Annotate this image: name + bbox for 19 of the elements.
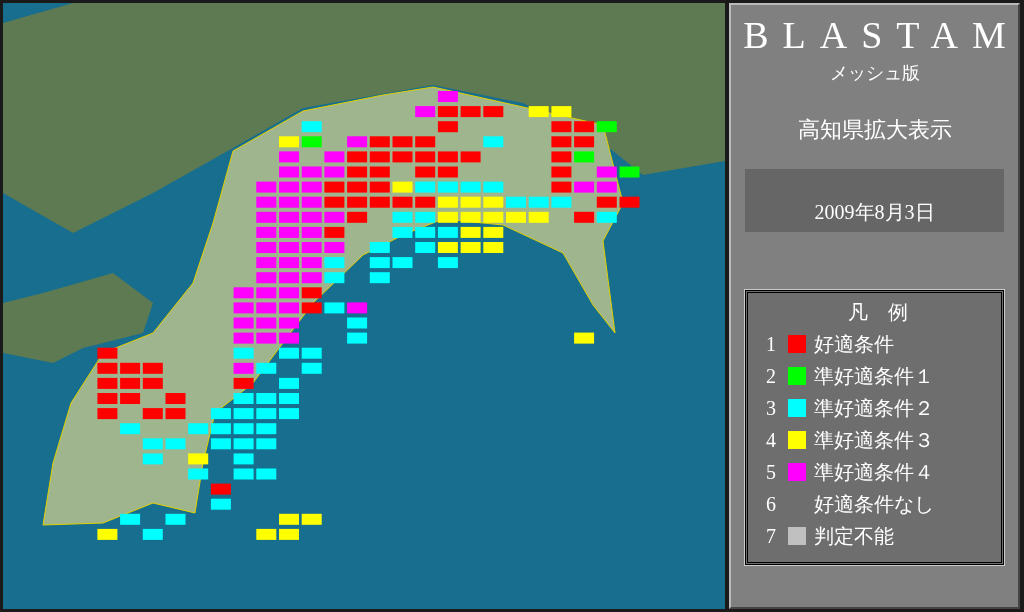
legend-number: 4 [766,428,777,452]
legend-label: 準好適条件１ [814,363,934,389]
app-subtitle: メッシュ版 [829,61,920,85]
legend-label: 準好適条件３ [814,427,934,453]
app-title: BLASTAM [743,15,1018,57]
legend-label: 準好適条件４ [814,459,934,485]
legend-label: 好適条件 [814,331,894,357]
legend-number: 1 [766,332,777,356]
legend-label: 判定不能 [814,523,894,549]
legend-number: 3 [766,396,777,420]
legend-number: 6 [766,492,777,516]
view-label: 高知県拡大表示 [797,115,952,144]
legend-number: 2 [766,364,777,388]
legend-number: 5 [766,460,777,484]
legend-title: 凡 例 [846,299,909,325]
date-label: 2009年8月3日 [745,168,1004,232]
legend-number: 7 [766,524,777,548]
legend-label: 好適条件なし [814,491,934,517]
legend-label: 準好適条件２ [814,395,934,421]
